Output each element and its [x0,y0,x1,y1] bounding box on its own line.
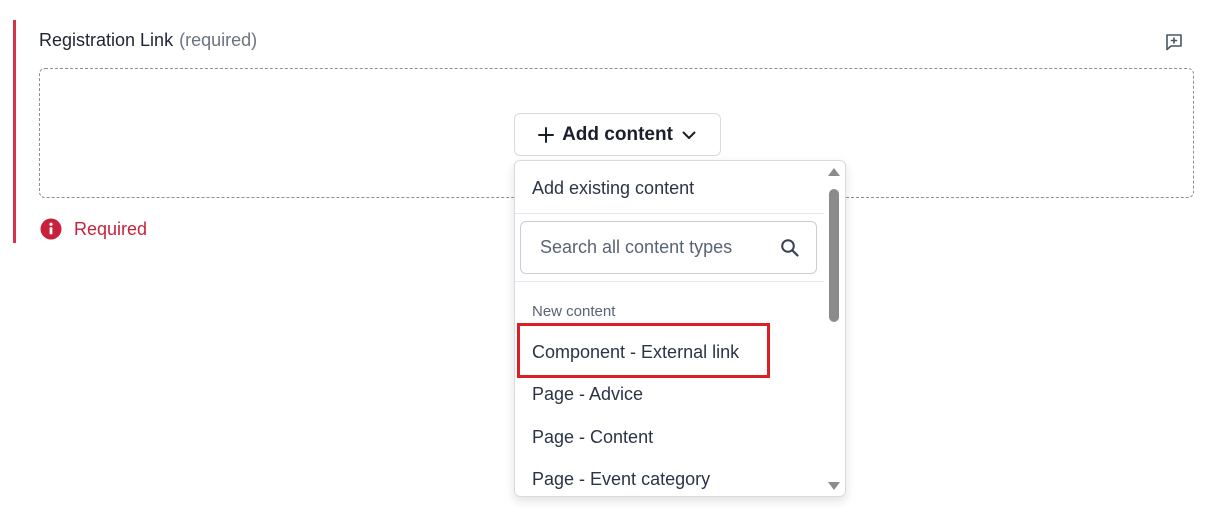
add-existing-content-item[interactable]: Add existing content [532,178,694,199]
error-text: Required [74,218,148,239]
menu-item-page-content[interactable]: Page - Content [532,427,653,448]
search-icon [781,238,799,257]
menu-divider [515,281,824,282]
scroll-down-arrow[interactable] [827,481,841,491]
add-comment-button[interactable] [1163,31,1185,53]
info-circle-icon [40,218,62,240]
scroll-up-arrow[interactable] [827,167,841,177]
menu-item-page-event-category[interactable]: Page - Event category [532,469,710,490]
add-content-button[interactable]: Add content [514,113,721,156]
dropdown-scrollbar[interactable] [826,163,842,494]
add-content-dropdown: Add existing content New content Compone… [514,160,846,497]
plus-icon [538,126,555,143]
field-label: Registration Link (required) [39,30,257,51]
add-content-label: Add content [562,123,673,145]
validation-error: Required [40,218,147,240]
chevron-down-icon [681,127,697,143]
required-hint: (required) [179,30,258,50]
add-comment-icon [1166,34,1182,51]
error-indicator-bar [13,20,16,243]
menu-item-component-external-link[interactable]: Component - External link [532,342,739,363]
content-type-search[interactable] [520,221,817,274]
field-label-text: Registration Link [39,30,174,50]
scroll-thumb[interactable] [829,189,839,322]
new-content-group-label: New content [532,303,616,320]
search-input[interactable] [538,236,780,259]
menu-item-page-advice[interactable]: Page - Advice [532,384,643,405]
menu-divider [515,213,824,214]
